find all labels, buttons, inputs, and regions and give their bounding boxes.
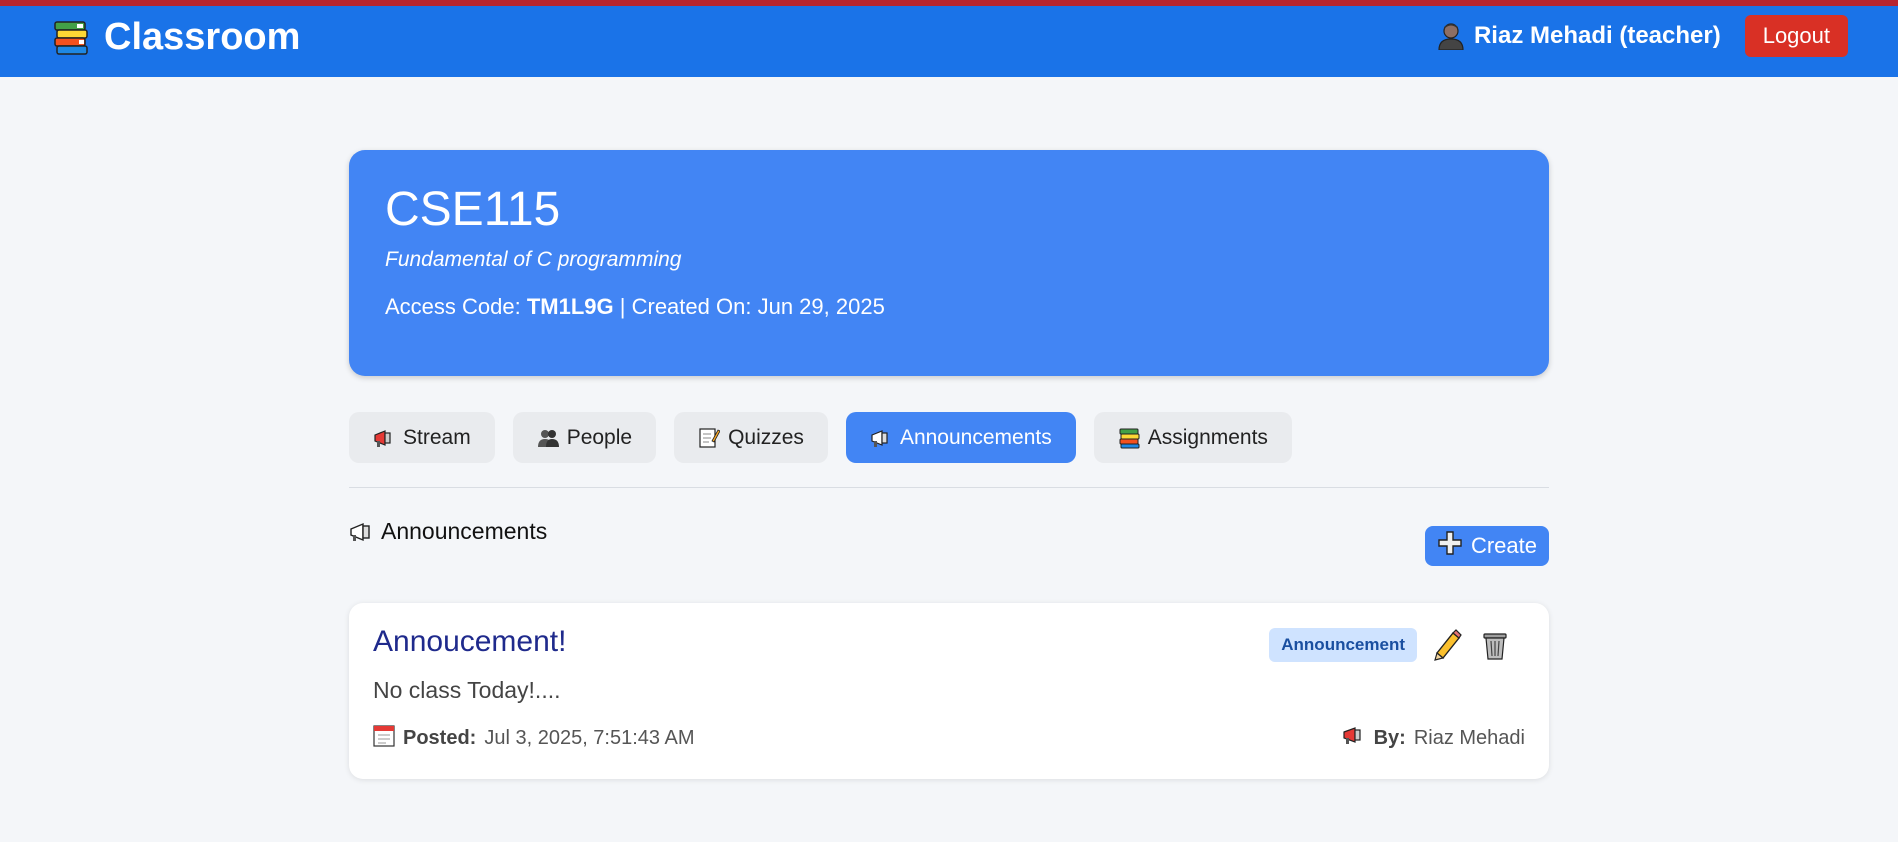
megaphone-icon [870, 427, 892, 449]
calendar-icon [373, 723, 395, 753]
megaphone-icon [349, 521, 371, 543]
course-tabs: Stream People Quizzes Announcements Assi… [349, 412, 1549, 463]
access-code-label: Access Code: [385, 294, 521, 319]
section-header: Announcements Create [349, 488, 1549, 603]
user-area: Riaz Mehadi (teacher) Logout [1438, 10, 1848, 62]
section-title-label: Announcements [381, 518, 548, 544]
megaphone-icon [373, 427, 395, 449]
megaphone-icon [1342, 725, 1366, 751]
posted-value: Jul 3, 2025, 7:51:43 AM [484, 726, 695, 749]
announcement-body: No class Today!.... [373, 677, 561, 703]
section-title: Announcements [349, 518, 547, 545]
trash-icon[interactable] [1477, 627, 1513, 663]
tab-assignments[interactable]: Assignments [1093, 412, 1292, 463]
top-navbar: Classroom Riaz Mehadi (teacher) Logout [0, 0, 1898, 77]
user-name-label: Riaz Mehadi (teacher) [1473, 22, 1721, 49]
tab-label: People [566, 425, 633, 449]
app-title: Classroom [104, 15, 301, 58]
create-label: Create [1470, 533, 1537, 558]
author-info: By: Riaz Mehadi [1342, 725, 1525, 751]
tab-label: Stream [403, 425, 471, 449]
course-banner: CSE115 Fundamental of C programming Acce… [349, 150, 1549, 376]
people-icon [537, 427, 559, 449]
posted-info: Posted: Jul 3, 2025, 7:51:43 AM [373, 723, 695, 753]
access-code-value: TM1L9G [526, 294, 614, 319]
tab-announcements[interactable]: Announcements [845, 412, 1076, 463]
course-name: Fundamental of C programming [385, 248, 682, 271]
announcement-footer: Posted: Jul 3, 2025, 7:51:43 AM By: Riaz… [373, 723, 1525, 753]
tab-label: Announcements [899, 425, 1052, 449]
created-label: | Created On: [619, 294, 752, 319]
pencil-icon[interactable] [1429, 627, 1465, 663]
logout-button[interactable]: Logout [1744, 15, 1848, 57]
created-date: Jun 29, 2025 [757, 294, 885, 319]
posted-label: Posted: [403, 726, 477, 749]
books-icon [1118, 427, 1140, 449]
tab-quizzes[interactable]: Quizzes [674, 412, 828, 463]
card-actions: Announcement [1269, 627, 1513, 663]
tab-stream[interactable]: Stream [349, 412, 495, 463]
by-value: Riaz Mehadi [1413, 726, 1525, 749]
memo-icon [698, 427, 721, 449]
course-code: CSE115 [385, 183, 561, 236]
tab-label: Assignments [1147, 425, 1268, 449]
main-content: CSE115 Fundamental of C programming Acce… [349, 150, 1549, 779]
teacher-icon [1438, 22, 1464, 51]
tab-people[interactable]: People [512, 412, 657, 463]
course-meta: Access Code: TM1L9G | Created On: Jun 29… [385, 294, 1513, 320]
brand[interactable]: Classroom [52, 11, 300, 63]
by-label: By: [1373, 726, 1406, 749]
user-profile[interactable]: Riaz Mehadi (teacher) [1438, 22, 1721, 51]
books-icon [52, 18, 90, 56]
type-badge: Announcement [1269, 628, 1417, 662]
announcement-card: Annoucement! Announcement No class Today… [349, 603, 1549, 779]
create-button[interactable]: Create [1424, 526, 1549, 566]
tab-label: Quizzes [728, 425, 804, 449]
plus-icon [1437, 530, 1463, 562]
